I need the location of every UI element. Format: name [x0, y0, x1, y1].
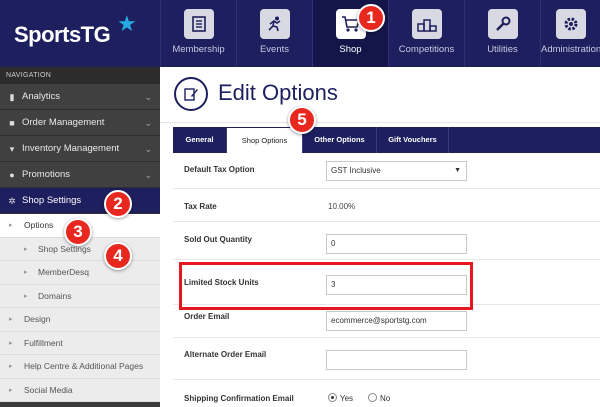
sportstg-logo[interactable]: SportsTG [14, 22, 111, 48]
circle-icon: ● [9, 170, 15, 180]
caret-right-icon: ▸ [24, 245, 28, 253]
shipping-email-label: Shipping Confirmation Email [184, 394, 294, 403]
sidebar-subitem-label: Social Media [24, 384, 73, 395]
tab-other-options[interactable]: Other Options [303, 127, 377, 153]
alt-order-email-label: Alternate Order Email [184, 350, 267, 359]
sidebar-item-label: Order Management [22, 117, 105, 128]
sidebar-item-label: Analytics [22, 91, 61, 102]
chevron-down-icon: ⌄ [144, 92, 152, 102]
sidebar-subitem-help-centre[interactable]: ▸ Help Centre & Additional Pages [0, 355, 160, 379]
sidebar-item-promotions[interactable]: ● Promotions ⌄ [0, 162, 160, 188]
sidebar-subitem-fulfillment[interactable]: ▸ Fulfillment [0, 331, 160, 355]
sidebar-subitem-domains[interactable]: ▸ Domains [0, 284, 160, 308]
tab-shop-options[interactable]: Shop Options [227, 128, 303, 153]
topnav-events[interactable]: Events [236, 0, 312, 67]
wrench-icon [487, 9, 518, 39]
no-label: No [380, 394, 391, 403]
callout-badge-4: 4 [104, 242, 132, 270]
events-icon [259, 9, 290, 39]
page-header: Edit Options [160, 67, 600, 123]
sidebar-item-analytics[interactable]: ▮ Analytics ⌄ [0, 84, 160, 110]
topnav-utilities-label: Utilities [487, 44, 518, 55]
bar-chart-icon: ▮ [9, 92, 15, 102]
sidebar-subitem-label: Fulfillment [24, 337, 63, 348]
logo-star-icon: ★ [117, 11, 137, 36]
default-tax-label: Default Tax Option [184, 165, 255, 174]
sidebar-subitem-social-media[interactable]: ▸ Social Media [0, 378, 160, 402]
tax-rate-label: Tax Rate [184, 202, 217, 211]
topnav-shop-label: Shop [339, 44, 362, 55]
sidebar-item-label: Promotions [22, 169, 71, 180]
topnav-membership[interactable]: Membership [160, 0, 236, 67]
shipping-email-yes-radio[interactable]: Yes [328, 393, 353, 403]
topnav-events-label: Events [259, 44, 290, 55]
sidebar-subitem-design[interactable]: ▸ Design [0, 308, 160, 332]
sidebar-subitem-label: Design [24, 314, 51, 324]
sidebar-header: NAVIGATION [0, 67, 160, 84]
caret-right-icon: ▸ [24, 292, 28, 300]
topnav-competitions-label: Competitions [398, 44, 455, 55]
callout-badge-2: 2 [104, 190, 132, 218]
sold-out-quantity-input[interactable]: 0 [326, 234, 467, 254]
dropdown-caret-icon: ▼ [454, 167, 461, 174]
podium-icon [411, 9, 442, 39]
gear-icon [555, 9, 586, 39]
row-alt-order-email: Alternate Order Email [173, 338, 600, 380]
yes-label: Yes [340, 394, 354, 403]
alt-order-email-input[interactable] [326, 350, 467, 370]
row-tax-rate: Tax Rate 10.00% [173, 189, 600, 222]
tax-rate-value: 10.00% [328, 202, 356, 211]
callout-badge-1: 1 [357, 4, 385, 32]
radio-empty-icon [368, 393, 377, 402]
row-default-tax: Default Tax Option GST Inclusive ▼ [173, 153, 600, 189]
options-tabs: General Shop Options Other Options Gift … [173, 127, 600, 153]
row-sold-out: Sold Out Quantity 0 [173, 222, 600, 260]
sidebar-item-inventory-management[interactable]: ▾ Inventory Management ⌄ [0, 136, 160, 162]
topnav-membership-label: Membership [172, 44, 225, 55]
row-shipping-email: Shipping Confirmation Email Yes No [173, 380, 600, 407]
top-navigation-bar: SportsTG ★ Membership Events Shop Compet… [0, 0, 600, 67]
radio-selected-icon [328, 393, 337, 402]
sidebar-item-label: Shop Settings [22, 195, 82, 206]
highlight-limited-stock-box [179, 262, 473, 310]
order-email-label: Order Email [184, 312, 230, 321]
caret-right-icon: ▸ [9, 222, 13, 229]
default-tax-select[interactable]: GST Inclusive ▼ [326, 161, 467, 181]
topnav-administration[interactable]: Administration [540, 0, 600, 67]
cogs-icon: ✲ [8, 196, 16, 206]
sidebar-subitem-memberdesq[interactable]: ▸ MemberDesq [0, 261, 160, 285]
membership-icon [183, 9, 214, 39]
sidebar-item-shop-settings[interactable]: ✲ Shop Settings [0, 188, 160, 214]
chevron-down-icon: ⌄ [144, 118, 152, 128]
sidebar-item-order-management[interactable]: ■ Order Management ⌄ [0, 110, 160, 136]
callout-badge-3: 3 [64, 218, 92, 246]
chevron-down-icon: ⌄ [144, 170, 152, 180]
truck-icon: ■ [9, 118, 15, 128]
sidebar-subitem-label: Help Centre & Additional Pages [24, 361, 144, 371]
caret-right-icon: ▸ [9, 386, 13, 394]
caret-right-icon: ▸ [9, 363, 13, 370]
order-email-input[interactable]: ecommerce@sportstg.com [326, 311, 467, 331]
tab-gift-vouchers[interactable]: Gift Vouchers [377, 127, 449, 153]
sidebar-item-label: Inventory Management [22, 143, 120, 154]
topnav-utilities[interactable]: Utilities [464, 0, 540, 67]
caret-right-icon: ▸ [9, 339, 13, 347]
shipping-email-no-radio[interactable]: No [368, 393, 390, 403]
topnav-administration-label: Administration [541, 44, 600, 55]
default-tax-selected-value: GST Inclusive [331, 166, 381, 175]
chevron-down-icon: ⌄ [144, 144, 152, 154]
caret-right-icon: ▸ [24, 269, 28, 276]
sidebar-subitem-label: Options [24, 220, 54, 230]
page-title: Edit Options [218, 80, 338, 105]
sidebar-subitem-label: Domains [38, 290, 72, 301]
sidebar-subitem-label: MemberDesq [38, 267, 90, 277]
edit-pencil-icon [174, 77, 208, 111]
callout-badge-5: 5 [288, 106, 316, 134]
sold-out-label: Sold Out Quantity [184, 235, 252, 244]
main-content: Edit Options General Shop Options Other … [160, 67, 600, 407]
topnav-competitions[interactable]: Competitions [388, 0, 464, 67]
tab-general[interactable]: General [173, 127, 227, 153]
caret-right-icon: ▸ [9, 316, 13, 323]
cart-icon: ▾ [9, 144, 15, 154]
